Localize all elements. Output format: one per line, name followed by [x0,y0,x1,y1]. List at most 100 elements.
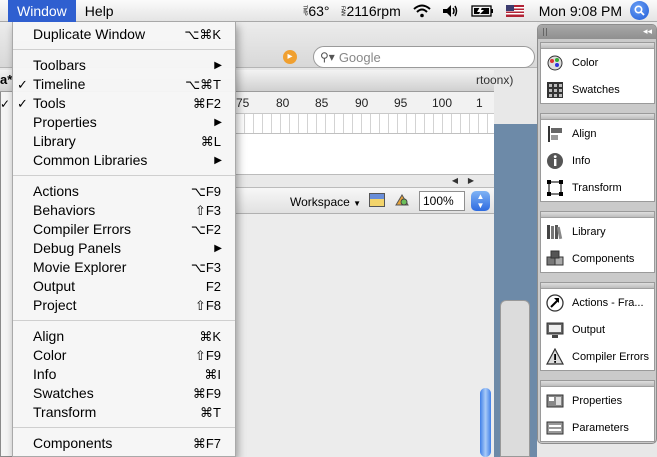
panel-item-properties[interactable]: Properties [541,387,654,414]
fan-speed-readout[interactable]: 2116rpm [347,3,401,19]
search-field[interactable]: ⚲▾ Google [313,46,535,68]
timeline-layers-area[interactable] [236,134,494,174]
panel-item-label: Library [572,225,606,238]
temp-label: TMP [301,5,308,16]
menu-item-color[interactable]: Color ⇧F9 [13,346,235,365]
submenu-arrow-icon: ▶ [214,243,222,254]
edit-symbols-icon[interactable] [394,193,410,207]
zoom-input[interactable]: 100% [419,191,465,211]
spotlight-icon[interactable] [630,1,649,20]
panel-item-label: Actions - Fra... [572,296,644,309]
panel-item-compiler-errors[interactable]: Compiler Errors [541,343,654,370]
menu-item-label: Library [33,133,76,149]
menu-item-label: Components [33,435,113,451]
menu-shortcut: ⌘F2 [192,96,221,111]
checkmark-icon: ✓ [17,96,28,111]
panel-item-align[interactable]: Align [541,120,654,147]
stage-area[interactable] [236,214,494,457]
timeline-frames[interactable] [236,114,494,134]
menu-item-debug-panels[interactable]: Debug Panels ▶ [13,239,235,258]
menu-item-components[interactable]: Components ⌘F7 [13,434,235,453]
search-placeholder: Google [338,49,381,65]
panel-item-parameters[interactable]: Parameters [541,414,654,441]
menu-item-duplicate-window[interactable]: Duplicate Window ⌥⌘K [13,25,235,44]
workspace-button[interactable]: Workspace ▼ [290,195,361,209]
panel-group: Align Info Transform [540,113,655,202]
menu-item-label: Behaviors [33,202,96,218]
menu-item-swatches[interactable]: Swatches ⌘F9 [13,384,235,403]
menu-item-label: Common Libraries [33,152,148,168]
menu-shortcut: F2 [205,279,221,294]
scroll-left-icon[interactable]: ◀ [448,175,462,187]
apple-menu-spacer [0,0,8,22]
menu-item-label: Movie Explorer [33,259,127,275]
edit-scene-icon[interactable] [369,193,385,207]
menu-item-timeline[interactable]: ✓ Timeline ⌥⌘T [13,75,235,94]
workspace-label: Workspace [290,195,350,209]
parameters-icon [545,418,565,438]
wifi-icon[interactable] [413,4,431,18]
menu-item-transform[interactable]: Transform ⌘T [13,403,235,422]
search-icon: ⚲▾ [320,50,335,64]
zoom-stepper[interactable]: ▲ ▼ [471,191,490,211]
document-tab-label[interactable]: rtoonx) [476,73,513,87]
menu-item-library[interactable]: Library ⌘L [13,132,235,151]
menu-shortcut: ⌘I [204,367,221,382]
dock-header[interactable]: ◂◂ [538,25,656,39]
menu-item-label: Toolbars [33,57,86,73]
collapse-icon[interactable]: ◂◂ [643,26,652,37]
menu-item-movie-explorer[interactable]: Movie Explorer ⌥F3 [13,258,235,277]
background-panel-edge [500,300,530,457]
menu-item-actions[interactable]: Actions ⌥F9 [13,182,235,201]
transform-icon [545,178,565,198]
dropdown-arrow-icon: ▼ [353,199,362,208]
menu-item-align[interactable]: Align ⌘K [13,327,235,346]
panel-item-color[interactable]: Color [541,49,654,76]
menu-item-compiler-errors[interactable]: Compiler Errors ⌥F2 [13,220,235,239]
flag-icon[interactable] [505,4,524,17]
swatches-icon [545,80,565,100]
panel-item-label: Color [572,56,599,69]
battery-icon[interactable] [471,4,495,17]
menu-item-info[interactable]: Info ⌘I [13,365,235,384]
menu-item-tools[interactable]: ✓ Tools ⌘F2 [13,94,235,113]
panel-item-info[interactable]: Info [541,147,654,174]
grip-icon[interactable] [543,28,547,36]
panel-item-components[interactable]: Components [541,245,654,272]
menu-item-label: Project [33,297,77,313]
window-menu-dropdown: Duplicate Window ⌥⌘K Toolbars ▶ ✓ Timeline ⌥⌘T… [12,22,236,457]
scroll-right-icon[interactable]: ▶ [464,175,478,187]
submenu-arrow-icon: ▶ [214,117,222,128]
menu-item-toolbars[interactable]: Toolbars ▶ [13,56,235,75]
panel-item-library[interactable]: Library [541,218,654,245]
menu-shortcut: ⌘F9 [192,386,221,401]
menu-item-behaviors[interactable]: Behaviors ⇧F3 [13,201,235,220]
warning-icon [545,347,565,367]
menu-item-properties[interactable]: Properties ▶ [13,113,235,132]
menu-shortcut: ⌘L [200,134,221,149]
menu-item-label: Swatches [33,385,94,401]
volume-icon[interactable] [442,4,460,18]
menu-separator [13,320,235,321]
ruler-number: 80 [276,96,290,110]
menu-item-common-libraries[interactable]: Common Libraries ▶ [13,151,235,170]
ruler-number: 85 [315,96,329,110]
vertical-scroll-thumb[interactable] [480,388,491,457]
menu-item-project[interactable]: Project ⇧F8 [13,296,235,315]
document-name-fragment: a* [0,72,13,87]
panel-item-actions-fra[interactable]: Actions - Fra... [541,289,654,316]
temperature-readout[interactable]: 63° [308,3,329,19]
menu-shortcut: ⌥F9 [190,184,221,199]
panel-item-output[interactable]: Output [541,316,654,343]
panel-item-transform[interactable]: Transform [541,174,654,201]
menu-window[interactable]: Window [8,0,76,22]
panel-item-swatches[interactable]: Swatches [541,76,654,103]
menu-item-output[interactable]: Output F2 [13,277,235,296]
go-button[interactable]: ▸ [283,50,297,64]
timeline-scrollbar[interactable]: ◀ ▶ [236,174,494,188]
timeline-ruler: 75 80 85 90 95 100 1 [236,92,494,114]
menu-clock[interactable]: Mon 9:08 PM [539,3,622,19]
menu-help[interactable]: Help [76,0,123,22]
menu-separator [13,175,235,176]
menu-item-label: Compiler Errors [33,221,132,237]
